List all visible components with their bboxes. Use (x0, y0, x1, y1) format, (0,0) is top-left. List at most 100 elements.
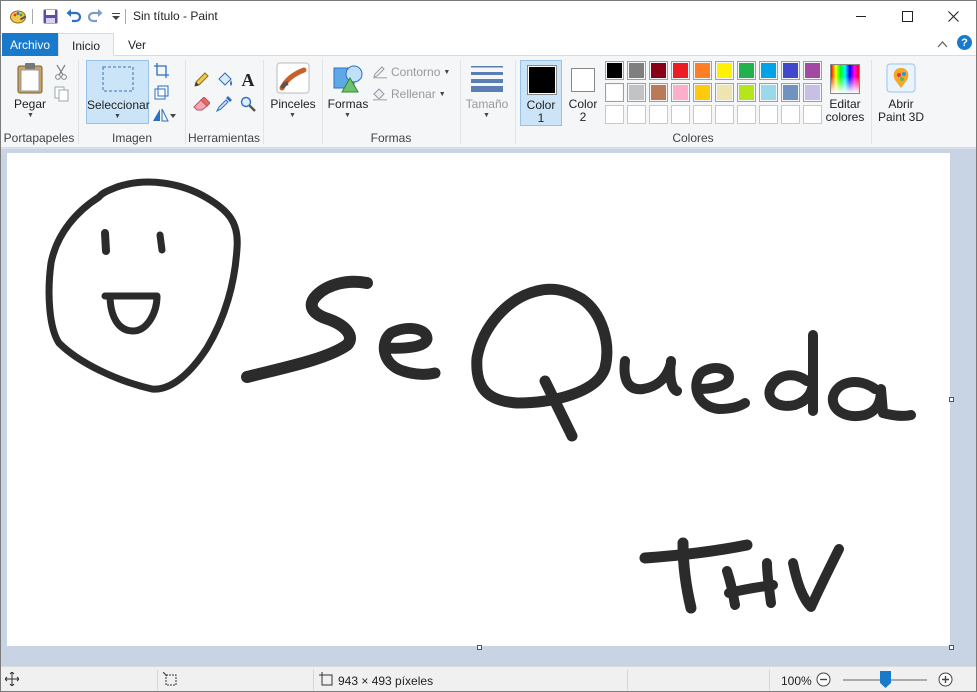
letter-V (788, 544, 844, 612)
palette-swatch[interactable] (781, 83, 800, 102)
custom-color-slot[interactable] (737, 105, 756, 124)
resize-handle-right[interactable] (949, 397, 954, 402)
collapse-ribbon-icon[interactable] (937, 37, 948, 51)
paste-button[interactable]: Pegar ▼ (9, 60, 51, 124)
drawing-canvas[interactable] (7, 153, 950, 646)
paint3d-icon (886, 63, 916, 93)
eraser-icon[interactable] (191, 94, 211, 114)
custom-color-slot[interactable] (627, 105, 646, 124)
palette-swatch[interactable] (693, 83, 712, 102)
ribbon: Pegar ▼ Portapapeles Seleccionar ▼ Image… (1, 56, 976, 148)
palette-swatch-fill (783, 63, 798, 78)
custom-color-slot[interactable] (693, 105, 712, 124)
custom-color-slot[interactable] (781, 105, 800, 124)
canvas-workspace (1, 149, 976, 666)
palette-swatch-fill (607, 85, 622, 100)
palette-swatch-fill (607, 63, 622, 78)
color2-button[interactable]: Color 2 (563, 60, 603, 126)
palette-swatch[interactable] (627, 83, 646, 102)
custom-color-slot[interactable] (715, 105, 734, 124)
palette-swatch[interactable] (605, 83, 624, 102)
palette-swatch[interactable] (649, 61, 668, 80)
palette-swatch[interactable] (759, 61, 778, 80)
custom-color-slot[interactable] (671, 105, 690, 124)
copy-icon[interactable] (51, 84, 71, 104)
palette-swatch-fill (761, 63, 776, 78)
paint-window: Sin título - Paint Archivo Inicio Ver ? … (0, 0, 977, 692)
palette-swatch[interactable] (649, 83, 668, 102)
palette-swatch[interactable] (781, 61, 800, 80)
paint-app-icon[interactable] (9, 7, 27, 25)
tab-ver[interactable]: Ver (114, 33, 160, 56)
resize-icon[interactable] (151, 82, 171, 102)
tab-inicio[interactable]: Inicio (58, 33, 114, 57)
resize-handle-bottom[interactable] (477, 645, 482, 650)
palette-swatch[interactable] (715, 61, 734, 80)
palette-swatch[interactable] (803, 61, 822, 80)
palette-swatch-fill (695, 63, 710, 78)
palette-swatch[interactable] (671, 83, 690, 102)
divider (769, 670, 770, 690)
magnifier-icon[interactable] (238, 94, 258, 114)
brushes-button[interactable]: Pinceles ▼ (268, 60, 318, 124)
customize-dropdown-icon[interactable] (107, 7, 125, 25)
help-icon[interactable]: ? (957, 35, 972, 50)
edit-colors-button[interactable]: Editar colores (824, 60, 866, 124)
palette-swatch[interactable] (737, 61, 756, 80)
palette-swatch[interactable] (671, 61, 690, 80)
chevron-down-icon: ▼ (289, 112, 296, 119)
divider (32, 9, 33, 24)
minimize-button[interactable] (838, 1, 884, 32)
outline-label: Contorno (391, 65, 441, 79)
maximize-button[interactable] (884, 1, 930, 32)
crop-icon[interactable] (151, 60, 171, 80)
rotate-icon[interactable] (151, 104, 177, 124)
custom-color-slot[interactable] (759, 105, 778, 124)
redo-icon[interactable] (86, 7, 104, 25)
group-label-formas: Formas (370, 131, 412, 145)
select-button[interactable]: Seleccionar ▼ (86, 60, 150, 124)
close-button[interactable] (930, 1, 976, 32)
divider (627, 670, 628, 690)
color1-swatch-frame (527, 65, 557, 95)
palette-swatch[interactable] (715, 83, 734, 102)
fill-button[interactable]: Rellenar ▼ (372, 86, 446, 102)
palette-swatch-fill (629, 85, 644, 100)
custom-color-slot[interactable] (803, 105, 822, 124)
outline-button[interactable]: Contorno ▼ (372, 64, 450, 80)
text-tool-icon[interactable]: A (238, 70, 258, 90)
zoom-slider[interactable] (843, 671, 927, 688)
tab-archivo[interactable]: Archivo (2, 33, 58, 56)
size-button[interactable]: Tamaño ▼ (464, 60, 510, 124)
chevron-down-icon: ▼ (114, 113, 121, 120)
cut-icon[interactable] (51, 62, 71, 82)
brushes-label: Pinceles (270, 97, 316, 111)
resize-handle-corner[interactable] (949, 645, 954, 650)
palette-swatch[interactable] (693, 61, 712, 80)
select-rectangle-icon (102, 66, 134, 92)
color2-label-line2: 2 (579, 110, 587, 124)
color1-button[interactable]: Color 1 (520, 60, 562, 126)
palette-swatch-fill (739, 85, 754, 100)
palette-swatch[interactable] (803, 83, 822, 102)
save-icon[interactable] (41, 7, 59, 25)
letter-e-1 (378, 322, 441, 380)
zoom-in-icon[interactable] (938, 672, 953, 690)
palette-swatch[interactable] (759, 83, 778, 102)
zoom-slider-thumb[interactable] (880, 671, 891, 688)
fill-bucket-icon[interactable] (214, 70, 234, 90)
palette-swatch[interactable] (737, 83, 756, 102)
palette-swatch-fill (651, 85, 666, 100)
open-paint3d-button[interactable]: Abrir Paint 3D (875, 60, 927, 124)
palette-swatch[interactable] (605, 61, 624, 80)
shapes-button[interactable]: Formas ▼ (326, 60, 370, 124)
color-picker-icon[interactable] (214, 94, 234, 114)
undo-icon[interactable] (64, 7, 82, 25)
divider (871, 60, 872, 144)
zoom-out-icon[interactable] (816, 672, 831, 690)
custom-color-slot[interactable] (649, 105, 668, 124)
palette-swatch-fill (761, 85, 776, 100)
palette-swatch[interactable] (627, 61, 646, 80)
custom-color-slot[interactable] (605, 105, 624, 124)
pencil-icon[interactable] (191, 70, 211, 90)
